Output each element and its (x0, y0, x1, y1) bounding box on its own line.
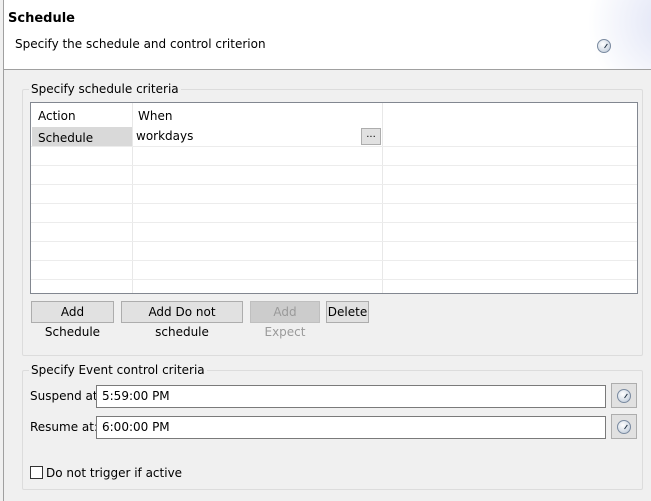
schedule-criteria-legend: Specify schedule criteria (29, 82, 181, 96)
column-divider (132, 103, 133, 293)
page-subtitle: Specify the schedule and control criteri… (15, 37, 266, 51)
suspend-at-label: Suspend at: (30, 389, 102, 403)
clock-icon (617, 419, 631, 434)
header-decoration (581, 0, 651, 69)
clock-icon (617, 388, 631, 403)
delete-button[interactable]: Delete (326, 301, 369, 323)
do-not-trigger-checkbox[interactable] (30, 466, 43, 479)
row-divider (31, 260, 637, 261)
schedule-table[interactable]: Action When Schedule workdays ... (30, 102, 638, 294)
window-border (3, 0, 4, 501)
add-expect-button[interactable]: Add Expect (250, 301, 320, 339)
resume-time-picker-button[interactable] (611, 414, 637, 439)
do-not-trigger-label[interactable]: Do not trigger if active (46, 466, 182, 480)
browse-ellipsis-button[interactable]: ... (361, 128, 381, 145)
wizard-header (4, 0, 651, 70)
resume-at-label: Resume at: (30, 420, 99, 434)
row-divider (31, 146, 637, 147)
column-header-action[interactable]: Action (38, 109, 76, 123)
column-header-when[interactable]: When (138, 109, 172, 123)
suspend-at-input[interactable]: 5:59:00 PM (96, 385, 606, 408)
column-divider (382, 103, 383, 293)
row-divider (31, 165, 637, 166)
page-title: Schedule (8, 11, 75, 26)
row-divider (31, 241, 637, 242)
row-action-cell[interactable]: Schedule (38, 131, 93, 145)
row-when-cell[interactable]: workdays (136, 129, 193, 143)
resume-at-input[interactable]: 6:00:00 PM (96, 416, 606, 439)
row-divider (31, 279, 637, 280)
event-control-legend: Specify Event control criteria (29, 363, 207, 377)
row-divider (31, 222, 637, 223)
add-do-not-schedule-button[interactable]: Add Do not schedule (121, 301, 243, 339)
add-schedule-button[interactable]: Add Schedule (31, 301, 114, 339)
row-divider (31, 184, 637, 185)
row-divider (31, 203, 637, 204)
suspend-time-picker-button[interactable] (611, 383, 637, 408)
clock-icon (597, 39, 611, 53)
